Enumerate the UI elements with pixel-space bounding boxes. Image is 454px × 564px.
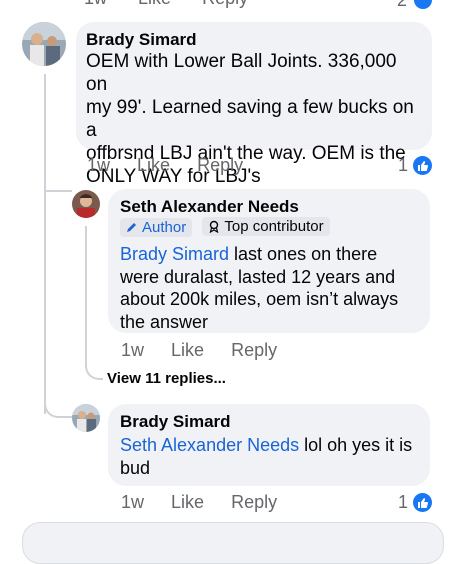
thread-line xyxy=(44,74,46,414)
top-contributor-label: Top contributor xyxy=(224,218,324,235)
reply-text: Brady Simard last ones on there were dur… xyxy=(120,243,418,333)
thread-connector-curve xyxy=(44,190,72,208)
like-button[interactable]: Like xyxy=(171,492,204,512)
mention-link[interactable]: Brady Simard xyxy=(120,244,229,264)
reply-time: 1w xyxy=(121,340,145,360)
reply-actions: 1w Like Reply xyxy=(121,492,299,513)
next-comment-box[interactable] xyxy=(22,522,444,564)
author-badge: Author xyxy=(120,217,193,237)
badge-row: Author Top contributor xyxy=(120,217,336,237)
previous-comment-reply[interactable]: Reply xyxy=(202,0,248,8)
author-badge-label: Author xyxy=(142,218,187,236)
comment-text-line: my 99'. Learned saving a few bucks on a xyxy=(86,97,414,141)
like-button[interactable]: Like xyxy=(171,340,204,360)
like-icon xyxy=(413,156,432,175)
reply-author[interactable]: Brady Simard xyxy=(120,412,418,432)
reply-text-line: Seth Alexander Needs lol oh yes it is xyxy=(120,434,418,457)
avatar[interactable] xyxy=(72,404,100,432)
reaction-count: 1 xyxy=(398,155,409,175)
reply-text-line: Brady Simard last ones on there xyxy=(120,243,418,266)
medal-icon xyxy=(210,220,219,233)
previous-comment-actions: 1w Like Reply xyxy=(84,0,274,9)
pencil-icon xyxy=(127,223,136,232)
reply-text-line: the answer xyxy=(120,311,209,332)
reply-text-line: about 200k miles, oem isn’t always xyxy=(120,289,399,309)
comment-bubble: Brady Simard OEM with Lower Ball Joints.… xyxy=(76,22,432,187)
reply-text-line: were duralast, lasted 12 years and xyxy=(120,266,396,287)
like-icon xyxy=(414,0,432,9)
reply-bubble: Brady Simard Seth Alexander Needs lol oh… xyxy=(108,404,430,486)
reaction-count: 1 xyxy=(398,492,409,512)
avatar[interactable] xyxy=(22,22,66,66)
previous-comment-reaction-count: 2 xyxy=(397,0,408,10)
comment-text-line: OEM with Lower Ball Joints. 336,000 on xyxy=(86,51,397,95)
mention-link[interactable]: Seth Alexander Needs xyxy=(120,435,299,455)
thread-connector-curve xyxy=(85,348,103,380)
reply-text: Seth Alexander Needs lol oh yes it is bu… xyxy=(120,434,418,479)
comment-author[interactable]: Brady Simard xyxy=(86,30,422,50)
reply-time: 1w xyxy=(121,492,145,512)
comment-time: 1w xyxy=(87,155,111,175)
thread-connector-line xyxy=(85,226,87,368)
reply-button[interactable]: Reply xyxy=(197,155,243,175)
reply-button[interactable]: Reply xyxy=(231,492,277,512)
reply-text-fragment: last ones on there xyxy=(229,244,378,264)
reply-actions: 1w Like Reply xyxy=(121,340,299,361)
reply-author[interactable]: Seth Alexander Needs xyxy=(120,197,418,217)
top-contributor-badge: Top contributor xyxy=(202,217,330,236)
reply-button[interactable]: Reply xyxy=(231,340,277,360)
comment-actions: 1w Like Reply xyxy=(87,155,265,176)
previous-comment-like[interactable]: Like xyxy=(138,0,171,8)
view-replies-link[interactable]: View 11 replies... xyxy=(107,370,226,387)
reply-bubble: Seth Alexander Needs Author Top contribu… xyxy=(108,189,430,333)
reply-text-fragment: lol oh yes it is xyxy=(299,435,413,455)
reply-text-line: bud xyxy=(120,457,151,478)
like-icon xyxy=(413,493,432,512)
avatar[interactable] xyxy=(72,190,100,218)
like-button[interactable]: Like xyxy=(137,155,170,175)
previous-comment-time: 1w xyxy=(84,0,107,8)
